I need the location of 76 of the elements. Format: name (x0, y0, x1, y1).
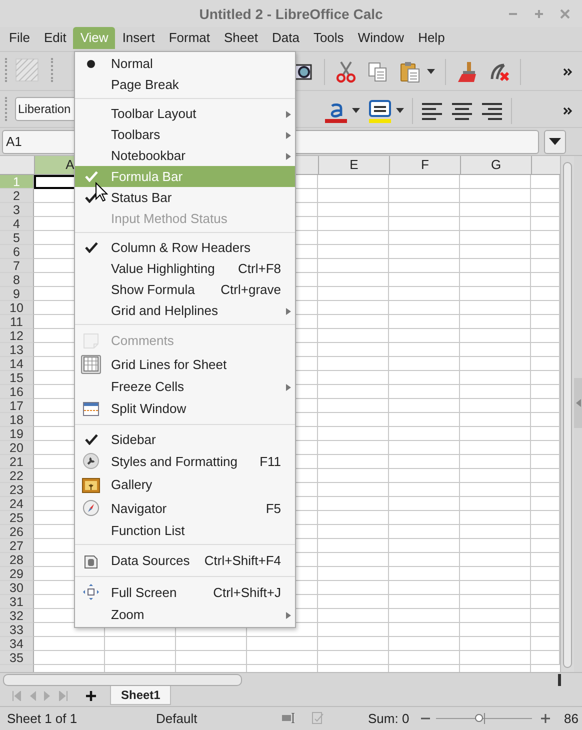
menu-bar-item[interactable]: Help (411, 27, 452, 49)
row-header[interactable]: 30 (0, 581, 34, 596)
shortcut-text: Ctrl+Shift+J (213, 584, 281, 602)
menu-item[interactable]: Data Sources Ctrl+Shift+F4 (75, 549, 295, 572)
row-header[interactable]: 14 (0, 357, 34, 372)
menu-bar-item[interactable]: File (2, 27, 37, 49)
row-header[interactable]: 19 (0, 427, 34, 442)
row-header[interactable]: 2 (0, 189, 34, 204)
window-title: Untitled 2 - LibreOffice Calc (199, 6, 383, 22)
menu-bar-item[interactable]: Edit (36, 27, 74, 49)
menu-bar-item[interactable]: Sheet (217, 27, 265, 49)
sum-text: Sum: 0 (368, 710, 410, 726)
row-header[interactable]: 4 (0, 217, 34, 232)
menu-item[interactable]: Grid and Helplines (75, 300, 295, 321)
row-header[interactable]: 8 (0, 273, 34, 288)
shortcut-text: F11 (260, 452, 281, 470)
row-header[interactable]: 25 (0, 511, 34, 526)
menu-item[interactable]: Split Window (75, 397, 295, 420)
row-header[interactable]: 33 (0, 623, 34, 638)
shortcut-text: Ctrl+F8 (238, 260, 281, 278)
row-header[interactable]: 15 (0, 371, 34, 386)
menu-bar-item[interactable]: Window (350, 27, 412, 49)
shortcut-text: F5 (266, 500, 281, 518)
row-header[interactable]: 18 (0, 413, 34, 428)
row-header[interactable]: 24 (0, 497, 34, 512)
menu-item[interactable]: Full Screen Ctrl+Shift+J (75, 580, 295, 604)
zoom-percent-text: 86 (564, 710, 578, 726)
menu-item[interactable]: Column & Row Headers (75, 237, 295, 258)
menu-item[interactable]: Normal (75, 53, 295, 74)
sheet-count-text: Sheet 1 of 1 (7, 710, 78, 726)
menu-item[interactable]: Grid Lines for Sheet (75, 352, 295, 376)
row-header[interactable]: 17 (0, 399, 34, 414)
row-header[interactable]: 27 (0, 539, 34, 554)
row-header[interactable]: 9 (0, 287, 34, 302)
column-header[interactable]: F (390, 156, 461, 174)
menu-item[interactable]: Show Formula Ctrl+grave (75, 279, 295, 300)
menu-item[interactable]: Freeze Cells (75, 376, 295, 397)
menu-item[interactable]: Status Bar (75, 187, 295, 208)
page-style-text: Default (156, 710, 198, 726)
row-header[interactable]: 13 (0, 343, 34, 358)
menu-item[interactable]: Gallery (75, 473, 295, 496)
row-header[interactable]: 32 (0, 609, 34, 624)
column-header[interactable]: G (461, 156, 532, 174)
sheet-tab[interactable]: Sheet1 (110, 686, 172, 706)
menu-item[interactable]: Sidebar (75, 428, 295, 450)
row-header[interactable]: 6 (0, 245, 34, 260)
row-header[interactable]: 23 (0, 483, 34, 498)
row-header[interactable]: 10 (0, 301, 34, 316)
menu-item[interactable]: Function List (75, 520, 295, 541)
row-header[interactable]: 35 (0, 651, 34, 666)
row-header[interactable]: 11 (0, 315, 34, 330)
menu-bar-item[interactable]: Insert (115, 27, 162, 49)
row-header[interactable]: 31 (0, 595, 34, 610)
column-header[interactable]: E (319, 156, 390, 174)
menu-item[interactable]: Styles and Formatting F11 (75, 450, 295, 473)
row-header[interactable]: 21 (0, 455, 34, 470)
menu-item[interactable]: Value Highlighting Ctrl+F8 (75, 258, 295, 279)
menu-item[interactable]: Navigator F5 (75, 496, 295, 520)
row-header[interactable]: 12 (0, 329, 34, 344)
menu-bar-item[interactable]: Format (162, 27, 217, 49)
menu-item[interactable]: Page Break (75, 74, 295, 95)
row-header[interactable]: 22 (0, 469, 34, 484)
row-header[interactable]: 26 (0, 525, 34, 540)
row-header[interactable]: 29 (0, 567, 34, 582)
menu-bar-item[interactable]: Data (264, 27, 306, 49)
row-header[interactable]: 3 (0, 203, 34, 218)
menu-bar-item[interactable]: Tools (306, 27, 351, 49)
row-header[interactable]: 16 (0, 385, 34, 400)
row-header[interactable]: 5 (0, 231, 34, 246)
menu-item[interactable]: Zoom (75, 604, 295, 625)
shortcut-text: Ctrl+Shift+F4 (204, 552, 281, 570)
row-header[interactable]: 28 (0, 553, 34, 568)
row-header[interactable]: 34 (0, 637, 34, 652)
row-header[interactable]: 20 (0, 441, 34, 456)
row-header[interactable]: 7 (0, 259, 34, 274)
shortcut-text: Ctrl+grave (220, 281, 281, 299)
